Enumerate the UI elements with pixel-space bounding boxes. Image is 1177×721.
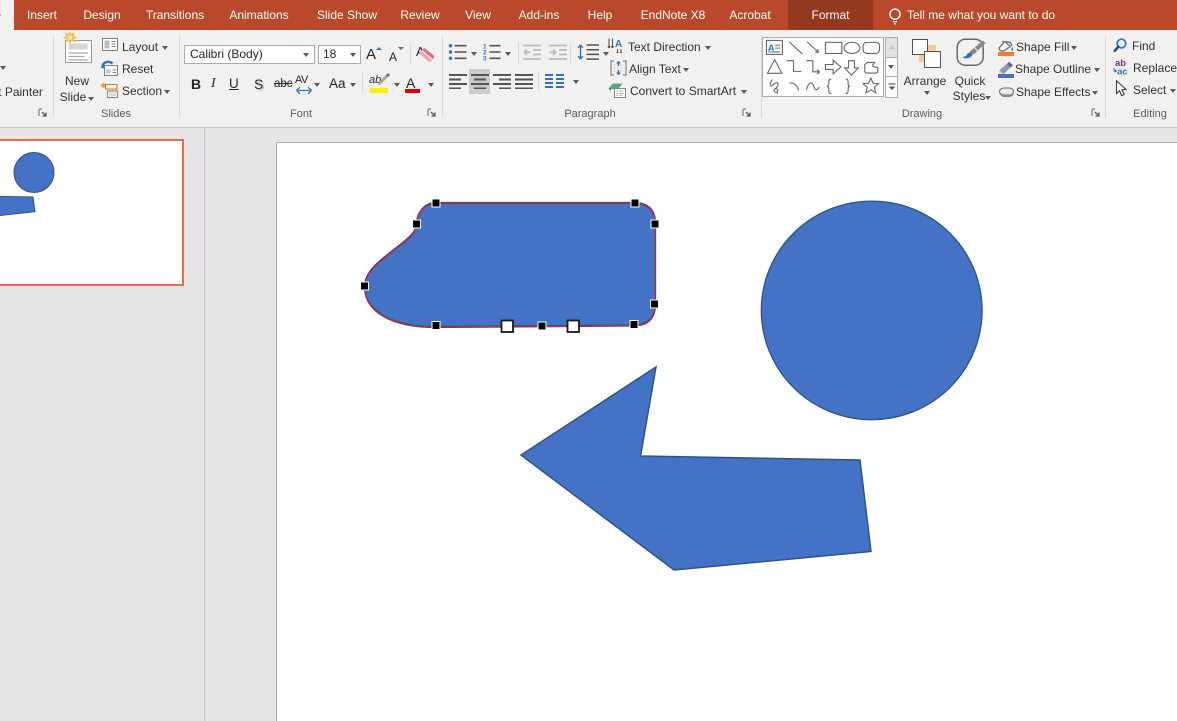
svg-text:3: 3 (483, 56, 487, 62)
svg-text:A: A (615, 39, 622, 50)
svg-text:ac: ac (1117, 67, 1128, 76)
